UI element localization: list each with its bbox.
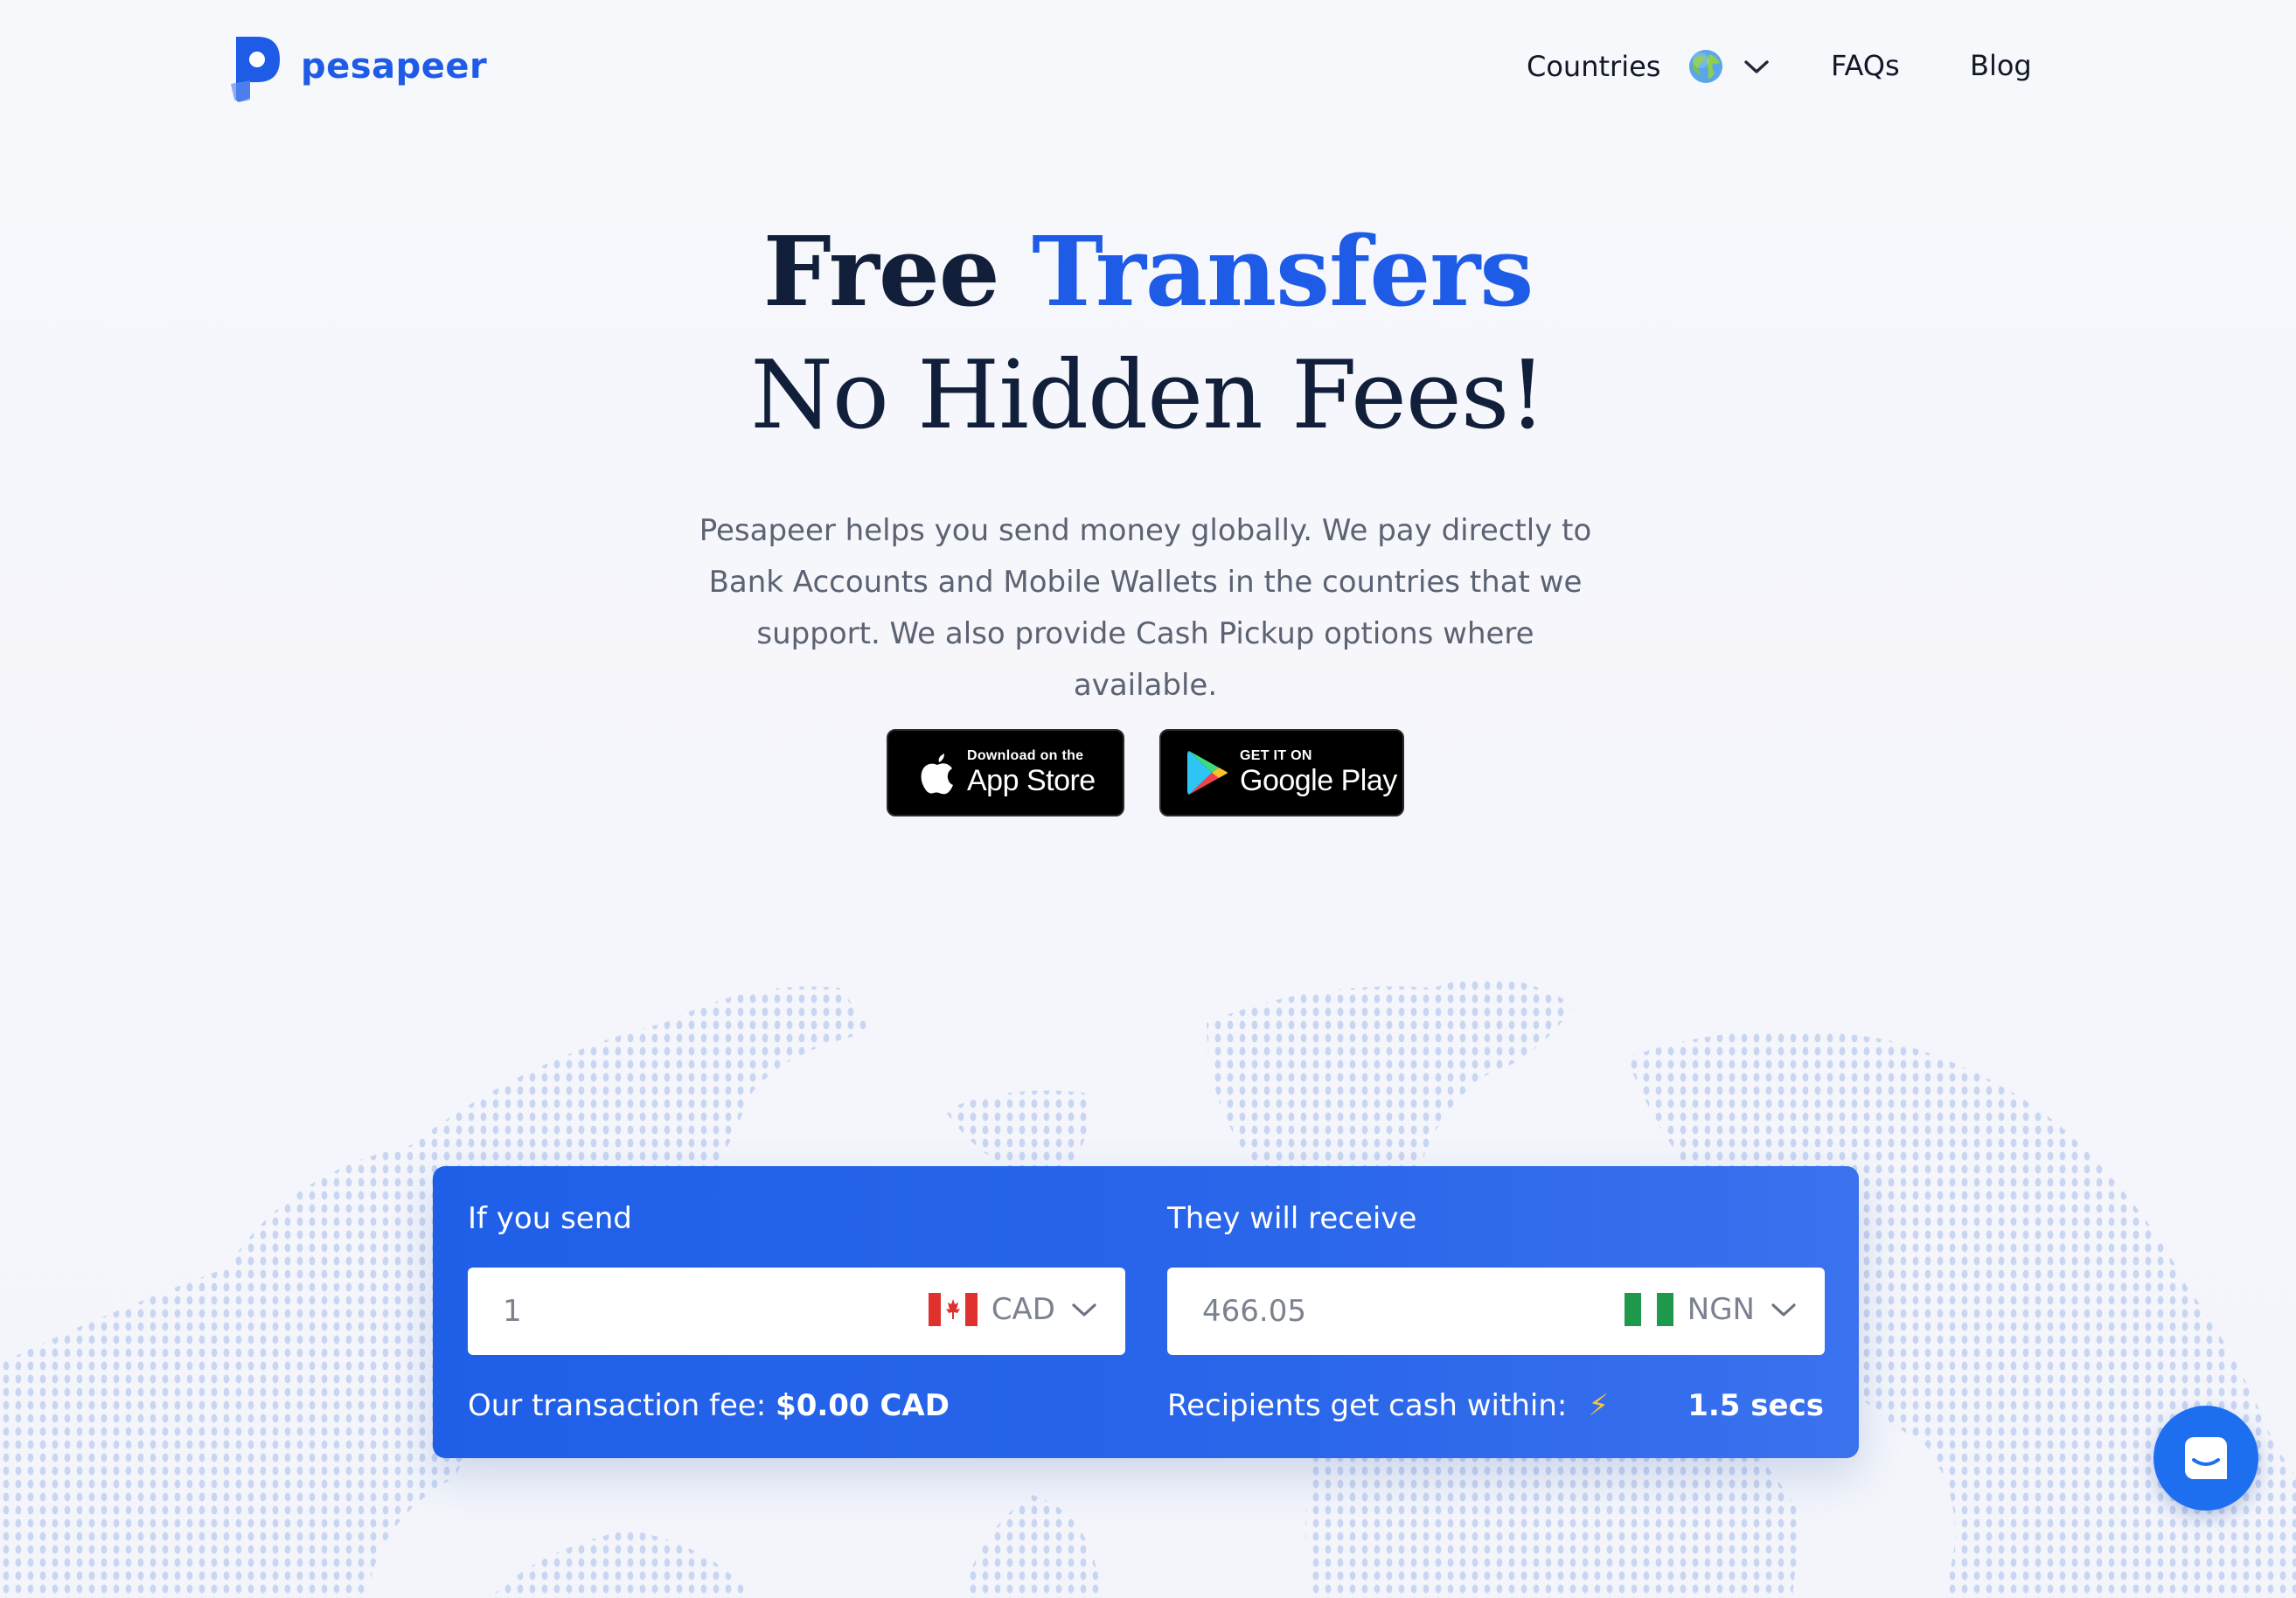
nav-link-faqs[interactable]: FAQs: [1831, 49, 1900, 82]
hero-title-transfers: Transfers: [1032, 215, 1534, 328]
transaction-fee: Our transaction fee: $0.00 CAD: [468, 1388, 950, 1423]
delivery-time-value: 1.5 secs: [1687, 1388, 1824, 1423]
chevron-down-icon: [1744, 60, 1770, 73]
countries-dropdown[interactable]: Countries: [1527, 49, 1772, 84]
hero-description: Pesapeer helps you send money globally. …: [699, 513, 1592, 703]
brand-name: pesapeer: [301, 46, 488, 87]
chevron-down-icon: [1072, 1303, 1096, 1317]
chat-icon: [2185, 1437, 2227, 1479]
googleplay-small-text: GET IT ON: [1240, 748, 1312, 763]
delivery-time-label: Recipients get cash within:: [1167, 1388, 1568, 1423]
send-amount-field[interactable]: 1 CAD: [468, 1268, 1125, 1355]
receive-currency-code: NGN: [1687, 1292, 1755, 1327]
send-currency-select[interactable]: CAD: [928, 1292, 1099, 1327]
appstore-big-text: App Store: [967, 764, 1096, 797]
google-play-button[interactable]: GET IT ON Google Play: [1159, 729, 1404, 816]
google-play-icon: [1187, 751, 1228, 795]
hero-title-free: Free: [762, 215, 1000, 328]
transfer-calculator: If you send They will receive 1 CAD 466.…: [433, 1166, 1859, 1458]
send-amount-input[interactable]: 1: [503, 1294, 522, 1329]
top-navigation: pesapeer Countries FAQs Blog: [0, 0, 2296, 131]
chevron-down-icon: [1771, 1303, 1796, 1317]
app-store-button[interactable]: Download on the App Store: [887, 729, 1124, 816]
receive-amount-field[interactable]: 466.05 NGN: [1167, 1268, 1825, 1355]
receive-label: They will receive: [1167, 1201, 1417, 1236]
brand-logo[interactable]: pesapeer: [231, 30, 487, 103]
fee-value: $0.00 CAD: [776, 1388, 950, 1423]
send-label: If you send: [468, 1201, 632, 1236]
hero-subtitle: No Hidden Fees!: [750, 341, 1546, 450]
receive-amount-input[interactable]: 466.05: [1202, 1294, 1306, 1329]
globe-icon: [1689, 50, 1723, 83]
countries-label: Countries: [1527, 50, 1661, 83]
lightning-icon: ⚡: [1588, 1388, 1610, 1423]
receive-currency-select[interactable]: NGN: [1624, 1292, 1799, 1327]
canada-flag-icon: [928, 1293, 978, 1326]
apple-icon: [921, 754, 953, 795]
nigeria-flag-icon: [1624, 1293, 1673, 1326]
googleplay-big-text: Google Play: [1240, 764, 1397, 797]
hero-title: Free Transfers: [0, 215, 2296, 328]
delivery-time: Recipients get cash within: ⚡: [1167, 1388, 1609, 1423]
appstore-small-text: Download on the: [967, 748, 1084, 763]
pesapeer-logo-icon: [231, 37, 280, 102]
chat-launcher-button[interactable]: [2153, 1406, 2258, 1511]
nav-link-blog[interactable]: Blog: [1970, 49, 2032, 82]
fee-label: Our transaction fee:: [468, 1388, 767, 1423]
send-currency-code: CAD: [991, 1292, 1055, 1327]
